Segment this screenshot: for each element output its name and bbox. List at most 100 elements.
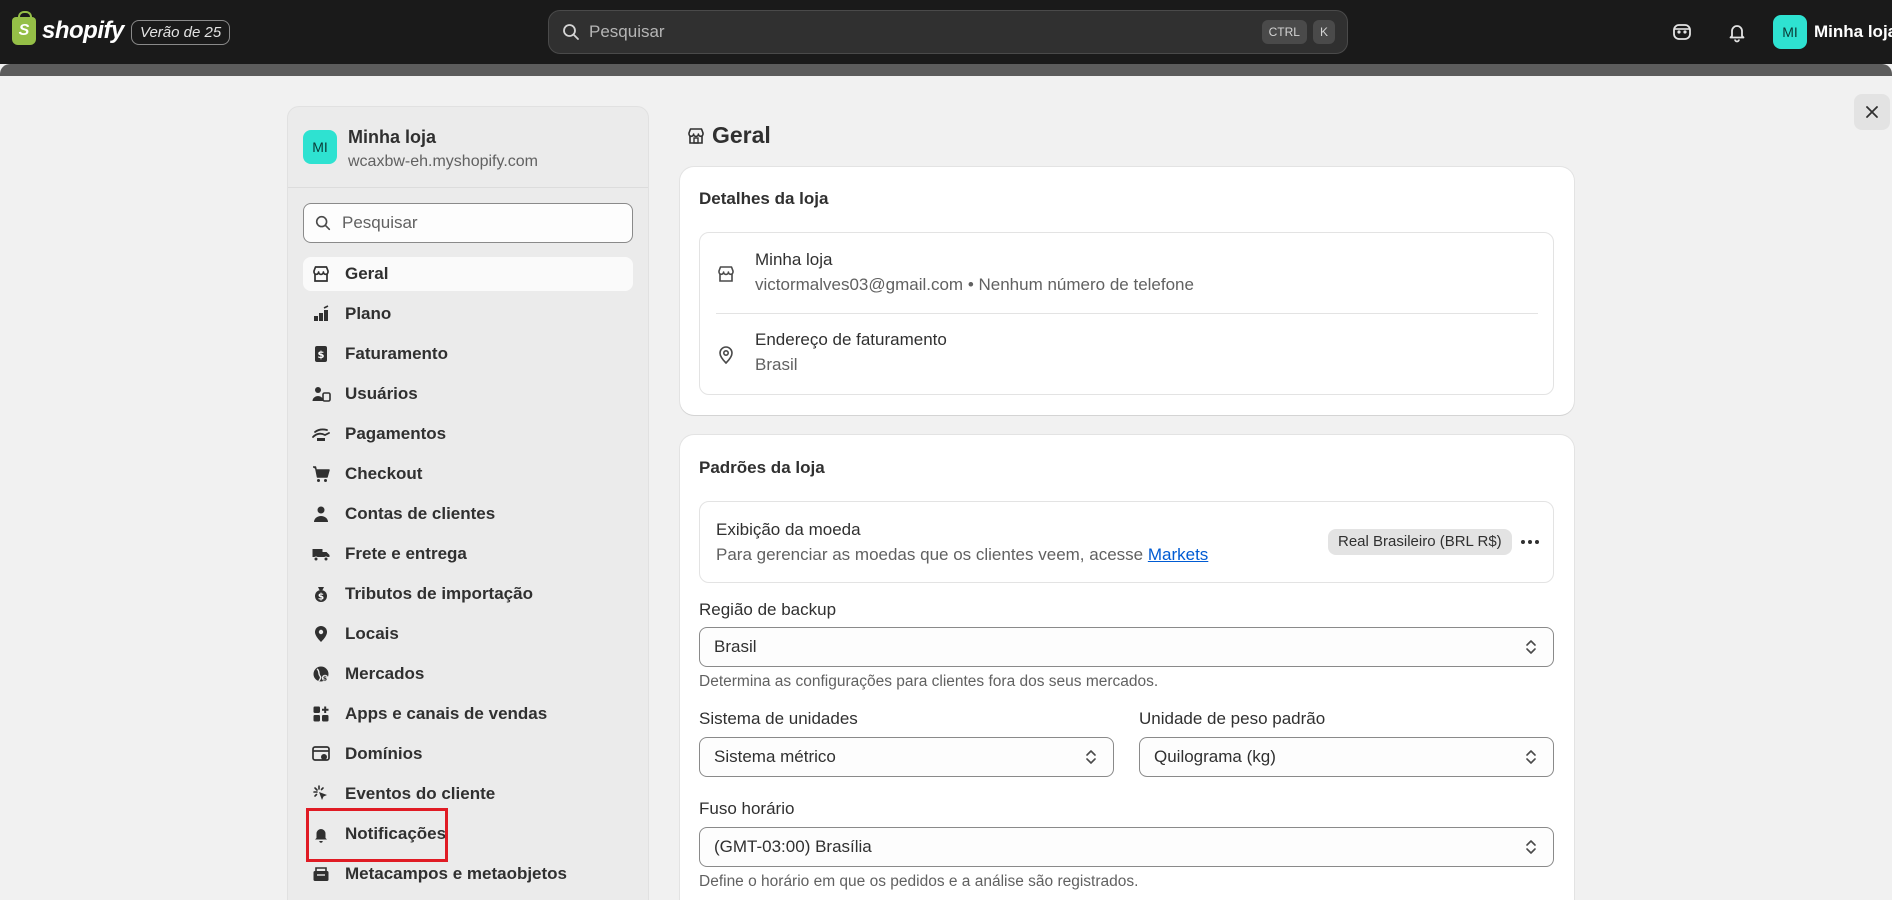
store-header: MI Minha loja wcaxbw-eh.myshopify.com xyxy=(288,107,648,188)
ellipsis-icon xyxy=(1521,540,1539,544)
sidebar-item-label: Usuários xyxy=(345,384,418,403)
sidebar-item-label: Metacampos e metaobjetos xyxy=(345,864,568,883)
sidebar-item-16[interactable]: Metacampos e metaobjetos xyxy=(303,857,633,891)
select-chevron-icon xyxy=(1526,640,1536,654)
svg-text:$: $ xyxy=(318,593,324,603)
person-icon xyxy=(311,504,331,524)
user-avatar[interactable]: MI xyxy=(1773,15,1807,49)
sidebar-item-9[interactable]: $ Tributos de importação xyxy=(303,577,633,611)
sidebar-item-label: Contas de clientes xyxy=(345,504,496,523)
weight-unit-select[interactable]: Quilograma (kg) xyxy=(1139,737,1554,777)
payments-icon xyxy=(311,424,331,444)
shopify-logo[interactable]: S shopify xyxy=(12,11,124,45)
store-menu-name[interactable]: Minha loja xyxy=(1814,22,1892,42)
store-contact: victormalves03@gmail.com • Nenhum número… xyxy=(755,275,1194,294)
edition-badge[interactable]: Verão de 25 xyxy=(131,20,231,45)
sidebar-item-6[interactable]: Checkout xyxy=(303,457,633,491)
users-icon xyxy=(311,384,331,404)
billing-icon: $ xyxy=(311,344,331,364)
select-value: (GMT-03:00) Brasília xyxy=(714,837,872,856)
currency-badge: Real Brasileiro (BRL R$) xyxy=(1328,529,1512,555)
duties-icon: $ xyxy=(311,584,331,604)
highlight-annotation xyxy=(306,808,448,862)
currency-display-label: Exibição da moeda xyxy=(716,520,861,539)
page-title-text: Geral xyxy=(712,122,771,148)
store-details-box: Minha loja victormalves03@gmail.com • Ne… xyxy=(699,232,1554,395)
globe-icon: $ xyxy=(311,664,331,684)
currency-help-text: Para gerenciar as moedas que os clientes… xyxy=(716,545,1148,564)
select-chevron-icon xyxy=(1526,750,1536,764)
settings-search-input[interactable]: Pesquisar xyxy=(303,203,633,243)
apps-icon xyxy=(311,704,331,724)
sidebar-item-10[interactable]: Locais xyxy=(303,617,633,651)
sidebar-item-8[interactable]: Frete e entrega xyxy=(303,537,633,571)
select-value: Quilograma (kg) xyxy=(1154,747,1276,766)
sidebar-item-12[interactable]: Apps e canais de vendas xyxy=(303,697,633,731)
timezone-label: Fuso horário xyxy=(699,799,795,818)
weight-unit-label: Unidade de peso padrão xyxy=(1139,709,1326,728)
search-icon xyxy=(563,24,579,40)
logo-text: shopify xyxy=(42,17,124,44)
sidebar-item-4[interactable]: Usuários xyxy=(303,377,633,411)
logo-mark: S xyxy=(18,22,30,39)
sidebar-item-14[interactable]: Eventos do cliente xyxy=(303,777,633,811)
card-title: Detalhes da loja xyxy=(699,189,829,208)
markets-link[interactable]: Markets xyxy=(1148,545,1208,564)
store-name: Minha loja xyxy=(755,250,833,269)
divider xyxy=(716,313,1538,314)
close-settings-button[interactable] xyxy=(1854,94,1890,130)
cursor-click-icon xyxy=(311,784,331,804)
metafields-icon xyxy=(311,864,331,884)
sidebar-item-11[interactable]: $ Mercados xyxy=(303,657,633,691)
search-placeholder: Pesquisar xyxy=(342,213,418,232)
backup-region-label: Região de backup xyxy=(699,600,837,619)
store-name: Minha loja xyxy=(348,127,437,147)
store-icon xyxy=(688,127,704,144)
domain-icon xyxy=(311,744,331,764)
currency-display-box: Exibição da moeda Para gerenciar as moed… xyxy=(699,501,1554,583)
sidebar-item-2[interactable]: Plano xyxy=(303,297,633,331)
more-actions-button[interactable] xyxy=(1518,530,1542,554)
billing-address-value: Brasil xyxy=(755,355,798,374)
card-title: Padrões da loja xyxy=(699,458,825,477)
global-search-input[interactable]: Pesquisar CTRL K xyxy=(548,10,1348,54)
sidebar-item-label: Mercados xyxy=(345,664,425,683)
sidebar-item-label: Domínios xyxy=(345,744,423,763)
sidebar-item-3[interactable]: $ Faturamento xyxy=(303,337,633,371)
select-chevron-icon xyxy=(1526,840,1536,854)
notifications-bell-icon[interactable] xyxy=(1725,20,1749,44)
top-bar: S shopify Verão de 25 Pesquisar CTRL K M… xyxy=(0,0,1892,64)
select-value: Brasil xyxy=(714,637,757,656)
billing-address-label: Endereço de faturamento xyxy=(755,330,947,349)
sidebar-item-label: Geral xyxy=(345,264,389,283)
unit-system-select[interactable]: Sistema métrico xyxy=(699,737,1114,777)
store-icon xyxy=(311,264,331,284)
store-defaults-card: Padrões da loja Exibição da moeda Para g… xyxy=(680,435,1574,900)
sidebar-item-label: Apps e canais de vendas xyxy=(345,704,548,723)
sidebar-item-label: Frete e entrega xyxy=(345,544,467,563)
sidebar-item-label: Locais xyxy=(345,624,399,643)
backup-region-select[interactable]: Brasil xyxy=(699,627,1554,667)
svg-text:$: $ xyxy=(323,676,327,683)
sidebar-item-1[interactable]: Geral xyxy=(303,257,633,291)
store-icon xyxy=(715,263,737,285)
sidebar-item-5[interactable]: Pagamentos xyxy=(303,417,633,451)
sidekick-icon[interactable] xyxy=(1670,20,1694,44)
settings-sidebar: MI Minha loja wcaxbw-eh.myshopify.com Pe… xyxy=(287,106,649,900)
sidebar-item-13[interactable]: Domínios xyxy=(303,737,633,771)
sidebar-item-label: Faturamento xyxy=(345,344,448,363)
timezone-select[interactable]: (GMT-03:00) Brasília xyxy=(699,827,1554,867)
overlay-edge xyxy=(0,64,1892,76)
cart-icon xyxy=(311,464,331,484)
sidebar-item-7[interactable]: Contas de clientes xyxy=(303,497,633,531)
sidebar-item-label: Plano xyxy=(345,304,392,323)
sidebar-item-label: Eventos do cliente xyxy=(345,784,496,803)
svg-text:$: $ xyxy=(318,350,325,361)
select-chevron-icon xyxy=(1086,750,1096,764)
store-details-card: Detalhes da loja Minha loja victormalves… xyxy=(680,167,1574,415)
close-icon xyxy=(1866,106,1878,118)
settings-nav: Geral Plano $ Faturamento Usuários Pagamentos… xyxy=(303,257,633,897)
search-placeholder: Pesquisar xyxy=(589,22,665,41)
currency-display-help: Para gerenciar as moedas que os clientes… xyxy=(716,545,1208,565)
store-domain: wcaxbw-eh.myshopify.com xyxy=(348,153,538,170)
